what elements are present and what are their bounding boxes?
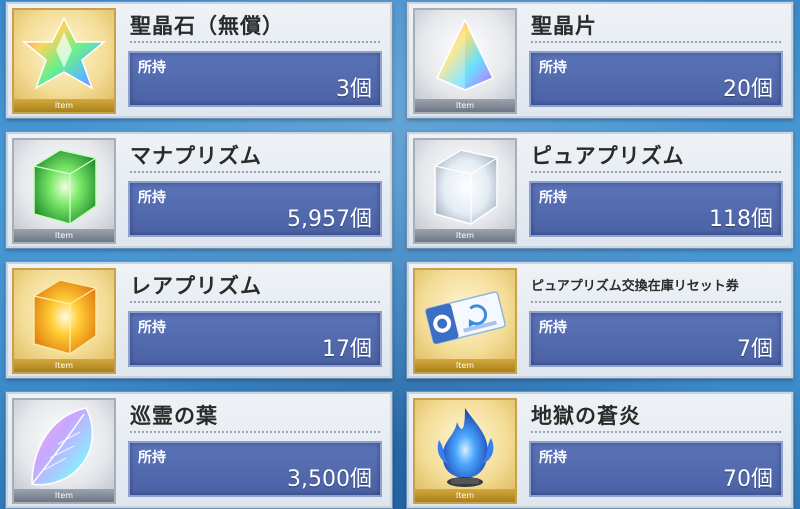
dotted-divider	[531, 41, 781, 43]
held-count: 118個	[709, 207, 773, 232]
held-count-panel: 所持 17個	[128, 311, 382, 367]
item-type-tag: Item	[415, 99, 515, 112]
item-card-pure-prism[interactable]: Item ピュアプリズム 所持 118個	[407, 132, 793, 248]
item-type-tag: Item	[14, 229, 114, 242]
held-label: 所持	[138, 60, 166, 76]
item-name: ピュアプリズム交換在庫リセット券	[531, 279, 739, 294]
held-count: 3個	[336, 77, 372, 102]
pure-prism-icon	[434, 149, 498, 225]
held-count-panel: 所持 5,957個	[128, 181, 382, 237]
item-name: マナプリズム	[130, 144, 262, 168]
reset-ticket-icon	[425, 291, 506, 345]
held-label: 所持	[539, 60, 567, 76]
dotted-divider	[130, 301, 380, 303]
item-thumbnail: Item	[12, 398, 116, 504]
held-label: 所持	[539, 450, 567, 466]
item-name: 聖晶石（無償）	[130, 14, 284, 38]
item-name: レアプリズム	[130, 274, 262, 298]
held-label: 所持	[539, 320, 567, 336]
item-type-tag: Item	[415, 489, 515, 502]
item-thumbnail: Item	[413, 268, 517, 374]
dotted-divider	[531, 171, 781, 173]
item-grid: Item 聖晶石（無償） 所持 3個 Item 聖晶片 所持 20個 Item …	[0, 0, 800, 509]
item-card-spirit-leaf[interactable]: Item 巡霊の葉 所持 3,500個	[6, 392, 392, 508]
item-thumbnail: Item	[12, 8, 116, 114]
dotted-divider	[130, 41, 380, 43]
held-count-panel: 所持 118個	[529, 181, 783, 237]
held-count: 5,957個	[287, 207, 372, 232]
saint-quartz-icon	[21, 16, 107, 90]
quartz-fragment-icon	[435, 18, 495, 91]
item-card-mana-prism[interactable]: Item マナプリズム 所持 5,957個	[6, 132, 392, 248]
held-count: 20個	[723, 77, 773, 102]
item-card-blue-flame[interactable]: Item 地獄の蒼炎 所持 70個	[407, 392, 793, 508]
held-label: 所持	[539, 190, 567, 206]
item-name: 巡霊の葉	[130, 404, 218, 428]
item-name: ピュアプリズム	[531, 144, 685, 168]
item-card-saint-quartz[interactable]: Item 聖晶石（無償） 所持 3個	[6, 2, 392, 118]
item-type-tag: Item	[14, 489, 114, 502]
held-count-panel: 所持 3,500個	[128, 441, 382, 497]
held-label: 所持	[138, 320, 166, 336]
item-thumbnail: Item	[413, 138, 517, 244]
held-count-panel: 所持 20個	[529, 51, 783, 107]
held-count: 70個	[723, 467, 773, 492]
held-count-panel: 所持 70個	[529, 441, 783, 497]
item-name: 聖晶片	[531, 14, 597, 38]
dotted-divider	[531, 301, 781, 303]
spirit-leaf-icon	[31, 407, 94, 486]
held-label: 所持	[138, 190, 166, 206]
held-count: 3,500個	[287, 467, 372, 492]
held-count-panel: 所持 7個	[529, 311, 783, 367]
item-thumbnail: Item	[12, 138, 116, 244]
held-count: 7個	[737, 337, 773, 362]
dotted-divider	[531, 431, 781, 433]
item-card-quartz-fragment[interactable]: Item 聖晶片 所持 20個	[407, 2, 793, 118]
item-thumbnail: Item	[413, 398, 517, 504]
item-type-tag: Item	[14, 99, 114, 112]
blue-flame-icon	[437, 408, 494, 487]
held-count: 17個	[322, 337, 372, 362]
mana-prism-icon	[33, 149, 97, 225]
item-name: 地獄の蒼炎	[531, 404, 641, 428]
item-type-tag: Item	[14, 359, 114, 372]
item-thumbnail: Item	[12, 268, 116, 374]
rare-prism-icon	[33, 279, 97, 355]
item-type-tag: Item	[415, 229, 515, 242]
item-type-tag: Item	[415, 359, 515, 372]
dotted-divider	[130, 431, 380, 433]
held-label: 所持	[138, 450, 166, 466]
item-thumbnail: Item	[413, 8, 517, 114]
dotted-divider	[130, 171, 380, 173]
held-count-panel: 所持 3個	[128, 51, 382, 107]
item-card-reset-ticket[interactable]: Item ピュアプリズム交換在庫リセット券 所持 7個	[407, 262, 793, 378]
item-card-rare-prism[interactable]: Item レアプリズム 所持 17個	[6, 262, 392, 378]
